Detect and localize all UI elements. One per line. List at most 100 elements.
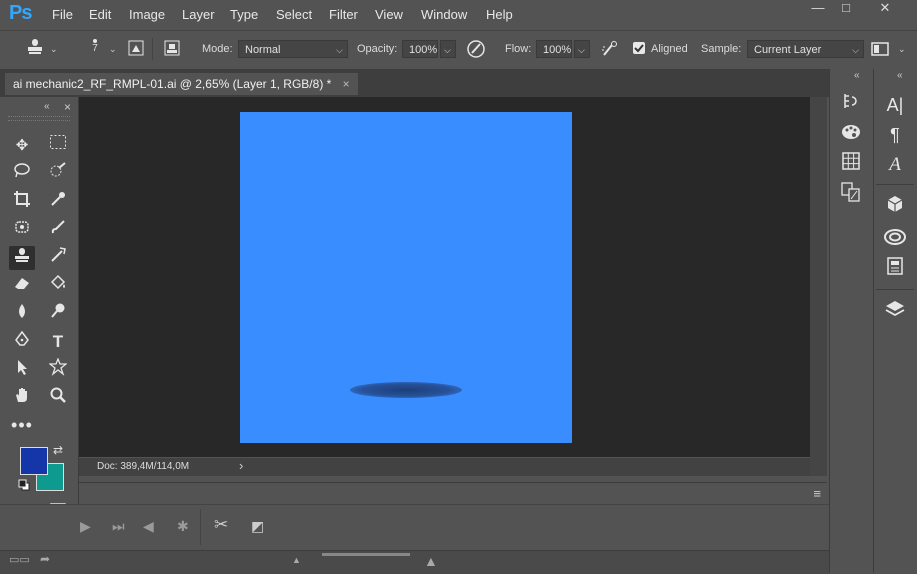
menu-layer[interactable]: Layer	[182, 7, 215, 22]
status-bar: Doc: 389,4M/114,0M ›	[79, 458, 810, 476]
path-selection-tool-icon[interactable]	[9, 358, 35, 382]
chevron-down-icon: ⌵	[578, 45, 585, 55]
timeline-menu-icon[interactable]: ≡	[813, 486, 821, 501]
clone-stamp-tool-icon[interactable]	[9, 246, 35, 270]
opacity-input[interactable]: 100%	[402, 40, 438, 58]
menu-edit[interactable]: Edit	[89, 7, 111, 22]
transition-icon[interactable]: ◩	[251, 518, 264, 535]
custom-shape-tool-icon[interactable]	[45, 357, 71, 382]
toggle-brush-panel-icon[interactable]	[126, 38, 153, 60]
frame-mode-icon[interactable]: ▭▭	[9, 553, 30, 566]
menu-view[interactable]: View	[375, 7, 403, 22]
collapse-panels-icon[interactable]: «	[897, 70, 903, 81]
chevron-down-icon[interactable]: ⌄	[898, 44, 906, 55]
clone-stamp-preset-icon[interactable]	[24, 38, 46, 60]
brush-size-value: 7	[92, 43, 98, 54]
airbrush-icon[interactable]	[600, 39, 620, 62]
next-frame-icon[interactable]: ⏭	[112, 518, 125, 535]
menu-help[interactable]: Help	[486, 7, 513, 22]
opacity-label: Opacity:	[357, 43, 398, 55]
tools-grip[interactable]	[8, 116, 70, 121]
menu-image[interactable]: Image	[129, 7, 165, 22]
vertical-scrollbar[interactable]	[810, 97, 827, 476]
properties-panel-icon[interactable]	[880, 257, 910, 283]
dodge-tool-icon[interactable]	[45, 302, 71, 326]
brush-tool-icon[interactable]	[45, 218, 71, 242]
default-colors-icon[interactable]	[18, 479, 30, 494]
pressure-opacity-icon[interactable]	[466, 39, 486, 62]
clone-source-icon[interactable]	[836, 182, 866, 208]
split-scissors-icon[interactable]: ✂	[214, 515, 228, 535]
history-panel-icon[interactable]	[836, 92, 866, 118]
paragraph-panel-icon[interactable]: ¶	[880, 122, 910, 148]
clone-source-panel-icon[interactable]	[162, 38, 188, 60]
history-brush-tool-icon[interactable]	[45, 246, 71, 270]
glyphs-panel-icon[interactable]: A	[880, 152, 910, 178]
character-panel-icon[interactable]: A|	[880, 92, 910, 118]
audio-icon[interactable]: ◀	[143, 518, 154, 535]
panel-separator	[876, 184, 914, 185]
zoom-in-icon[interactable]: ▲	[424, 553, 438, 569]
zoom-out-icon[interactable]: ▲	[292, 555, 301, 565]
ignore-adjustment-layers-icon[interactable]	[870, 40, 890, 61]
collapse-tools-icon[interactable]: «	[44, 101, 50, 112]
play-icon[interactable]: ▶	[80, 518, 91, 535]
hand-tool-icon[interactable]	[9, 386, 35, 410]
flow-dropdown-button[interactable]: ⌵	[574, 40, 590, 58]
aligned-label: Aligned	[651, 43, 688, 55]
flow-label: Flow:	[505, 43, 532, 55]
crop-tool-icon[interactable]	[9, 190, 35, 214]
swatches-palette-icon[interactable]	[836, 122, 866, 148]
opacity-dropdown-button[interactable]: ⌵	[440, 40, 456, 58]
zoom-tool-icon[interactable]	[45, 386, 71, 410]
chevron-down-icon[interactable]: ⌄	[50, 44, 58, 55]
collapse-panels-icon[interactable]: «	[854, 70, 860, 81]
3d-panel-icon[interactable]	[880, 195, 910, 221]
type-tool-icon[interactable]: T	[45, 330, 71, 354]
menu-window[interactable]: Window	[421, 7, 467, 22]
settings-gear-icon[interactable]: ✱	[177, 518, 189, 535]
mode-label: Mode:	[202, 43, 233, 55]
eraser-tool-icon[interactable]	[9, 274, 35, 298]
move-tool-icon[interactable]: ✥	[9, 134, 35, 158]
paint-bucket-tool-icon[interactable]	[45, 274, 71, 298]
pen-tool-icon[interactable]	[9, 330, 35, 354]
panel-separator	[876, 289, 914, 290]
timeline-divider	[200, 509, 201, 545]
blur-tool-icon[interactable]	[9, 302, 35, 326]
aligned-checkbox[interactable]	[633, 42, 645, 54]
minimize-button[interactable]: —	[806, 0, 830, 16]
swap-colors-icon[interactable]: ⇄	[53, 443, 63, 457]
layers-panel-icon[interactable]	[880, 300, 910, 326]
foreground-color-swatch[interactable]	[20, 447, 48, 475]
timeline-zoom-slider[interactable]	[322, 553, 410, 556]
chevron-down-icon[interactable]: ⌄	[109, 44, 117, 55]
photoshop-logo: Ps	[9, 2, 32, 24]
close-tab-icon[interactable]: ×	[343, 77, 350, 91]
eyedropper-tool-icon[interactable]	[45, 190, 71, 214]
mode-value: Normal	[245, 44, 281, 56]
libraries-cloud-icon[interactable]	[880, 227, 910, 253]
flow-input[interactable]: 100%	[536, 40, 572, 58]
document-tab[interactable]: ai mechanic2_RF_RMPL-01.ai @ 2,65% (Laye…	[5, 73, 358, 95]
close-tools-icon[interactable]: ×	[64, 100, 71, 114]
status-menu-arrow-icon[interactable]: ›	[239, 458, 243, 473]
brush-size-picker[interactable]: 7	[88, 36, 102, 64]
timeline-header: ≡	[79, 482, 827, 505]
menu-file[interactable]: File	[52, 7, 73, 22]
menu-filter[interactable]: Filter	[329, 7, 358, 22]
grid-panel-icon[interactable]	[836, 152, 866, 178]
maximize-button[interactable]: □	[834, 0, 858, 16]
mode-select[interactable]: Normal ⌵	[238, 40, 348, 58]
healing-brush-tool-icon[interactable]	[9, 218, 35, 242]
edit-toolbar-icon[interactable]: •••	[9, 413, 35, 437]
lasso-tool-icon[interactable]	[9, 162, 35, 186]
marquee-tool-icon[interactable]	[45, 134, 71, 158]
menu-type[interactable]: Type	[230, 7, 258, 22]
sample-select[interactable]: Current Layer ⌵	[747, 40, 864, 58]
close-window-button[interactable]: ✕	[873, 0, 897, 16]
render-icon[interactable]: ➦	[40, 552, 50, 566]
menu-select[interactable]: Select	[276, 7, 312, 22]
quick-selection-tool-icon[interactable]	[45, 162, 71, 186]
doc-size-status: Doc: 389,4M/114,0M	[97, 461, 190, 472]
